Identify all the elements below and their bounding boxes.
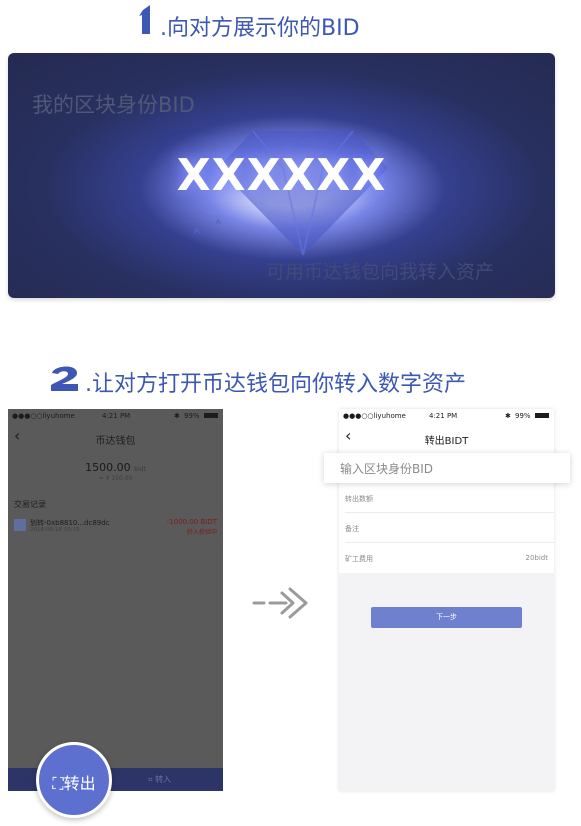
battery-icon [204,413,218,418]
transaction-status: 转入校验中 [186,529,217,536]
bluetooth-icon: ✱ [174,412,180,420]
bid-value: XXXXXX [176,150,387,201]
transactions-heading: 交易记录 [14,500,46,509]
status-bar: ●●●○○liyuhome 4:21 PM ✱ 99% [339,409,554,423]
transaction-amount: -1000.00 BIDT [166,518,217,526]
wallet-title: 币达钱包 [95,436,136,447]
bluetooth-icon: ✱ [505,412,511,420]
status-bar: ●●●○○liyuhome 4:21 PM ✱ 99% [8,409,223,423]
time-label: 4:21 PM [429,412,458,420]
battery-label: 99% [184,412,200,420]
bid-input[interactable]: 输入区块身份BID [324,453,570,483]
balance-amount: 1500.00 bidt [85,461,146,474]
battery-label: 99% [515,412,531,420]
bid-input-placeholder: 输入区块身份BID [340,462,434,476]
carrier-label: ●●●○○liyuhome [343,412,406,420]
transaction-row[interactable]: 划转-0xb8810...dc89dc 2018-08-18 10:15 -10… [8,512,223,540]
transfer-navbar: ‹ 转出BIDT [339,423,554,453]
balance-panel: 1500.00 bidt ≈ ¥ 150.00 [8,453,223,493]
transfer-title: 转出BIDT [424,436,469,447]
transfer-record-icon [14,519,26,531]
scan-icon: ⛶ [52,774,64,793]
step-1-number-icon [139,5,150,34]
battery-icon [535,413,549,418]
amount-label: 转出数额 [345,495,373,503]
time-label: 4:21 PM [102,412,131,420]
card-hint: 可用币达钱包向我转入资产 [266,261,495,283]
transfer-out-button[interactable]: ⛶转出 [36,742,112,818]
note-label: 备注 [345,525,359,533]
wallet-navbar: ‹ 币达钱包 [8,423,223,453]
next-button[interactable]: 下一步 [371,607,522,628]
step-1-title: .向对方展示你的BID [160,16,360,41]
fee-label: 矿工费用 [345,555,373,563]
note-field[interactable]: 备注 [339,513,554,543]
bid-card: 我的区块身份BID XXXXXX 可用币达钱包向我转入资产 [8,53,555,298]
step-2-title: .让对方打开币达钱包向你转入数字资产 [85,372,466,397]
transfer-out-label: 转出 [63,774,96,793]
receive-button[interactable]: ⌗ 转入 [148,774,171,785]
wallet-screen: ●●●○○liyuhome 4:21 PM ✱ 99% ‹ 币达钱包 1500.… [8,409,223,791]
carrier-label: ●●●○○liyuhome [12,412,75,420]
next-label: 下一步 [436,613,457,621]
amount-field[interactable]: 转出数额 [339,483,554,513]
step-2-number-icon [51,366,78,391]
fee-value: 20bidt [525,554,548,562]
transaction-date: 2018-08-18 10:15 [30,527,80,533]
card-title: 我的区块身份BID [32,93,195,117]
balance-fiat: ≈ ¥ 150.00 [98,475,133,482]
fee-field[interactable]: 矿工费用 20bidt [339,543,554,573]
arrow-right-icon [252,587,308,619]
